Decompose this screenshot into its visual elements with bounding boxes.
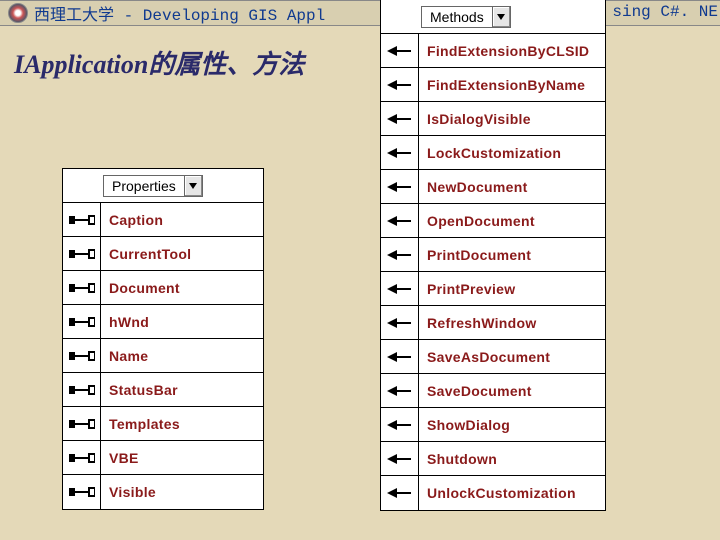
property-row: Name [63, 339, 263, 373]
properties-selector-row: Properties [63, 169, 263, 203]
method-label: SaveAsDocument [419, 349, 550, 365]
property-label: Visible [101, 484, 156, 500]
method-arrow-icon [381, 170, 419, 203]
method-label: NewDocument [419, 179, 528, 195]
method-row: SaveAsDocument [381, 340, 605, 374]
property-row: Templates [63, 407, 263, 441]
method-label: PrintPreview [419, 281, 515, 297]
method-arrow-icon [381, 204, 419, 237]
properties-dropdown-label: Properties [104, 178, 184, 194]
property-row: Caption [63, 203, 263, 237]
method-arrow-icon [381, 442, 419, 475]
property-icon [63, 407, 101, 440]
property-label: Caption [101, 212, 163, 228]
property-icon [63, 203, 101, 236]
property-row: StatusBar [63, 373, 263, 407]
method-label: LockCustomization [419, 145, 561, 161]
university-logo-icon [8, 3, 28, 23]
methods-selector-row: Methods [381, 0, 605, 34]
method-label: RefreshWindow [419, 315, 537, 331]
method-row: OpenDocument [381, 204, 605, 238]
property-row: VBE [63, 441, 263, 475]
method-row: FindExtensionByName [381, 68, 605, 102]
property-icon [63, 441, 101, 474]
method-row: FindExtensionByCLSID [381, 34, 605, 68]
property-label: StatusBar [101, 382, 178, 398]
property-row: Visible [63, 475, 263, 509]
property-icon [63, 475, 101, 509]
property-icon [63, 339, 101, 372]
methods-dropdown-label: Methods [422, 9, 492, 25]
method-arrow-icon [381, 340, 419, 373]
property-row: Document [63, 271, 263, 305]
method-row: LockCustomization [381, 136, 605, 170]
property-label: VBE [101, 450, 139, 466]
properties-table: Properties Caption CurrentTool Document hWn… [62, 168, 264, 510]
method-arrow-icon [381, 374, 419, 407]
method-row: PrintDocument [381, 238, 605, 272]
method-row: SaveDocument [381, 374, 605, 408]
property-icon [63, 237, 101, 270]
method-row: ShowDialog [381, 408, 605, 442]
title-text-left: 西理工大学 - Developing GIS Appl [34, 1, 325, 25]
method-label: FindExtensionByCLSID [419, 43, 589, 59]
dropdown-arrow-icon[interactable] [184, 176, 202, 196]
property-label: Name [101, 348, 148, 364]
properties-dropdown[interactable]: Properties [103, 175, 203, 197]
method-arrow-icon [381, 272, 419, 305]
dropdown-arrow-icon[interactable] [492, 7, 510, 27]
property-icon [63, 373, 101, 406]
method-label: OpenDocument [419, 213, 535, 229]
method-row: UnlockCustomization [381, 476, 605, 510]
method-arrow-icon [381, 408, 419, 441]
methods-table: Methods FindExtensionByCLSID FindExtensio… [380, 0, 606, 511]
method-label: Shutdown [419, 451, 497, 467]
method-arrow-icon [381, 34, 419, 67]
method-label: PrintDocument [419, 247, 531, 263]
method-arrow-icon [381, 102, 419, 135]
method-label: ShowDialog [419, 417, 510, 433]
method-row: RefreshWindow [381, 306, 605, 340]
method-arrow-icon [381, 306, 419, 339]
method-arrow-icon [381, 238, 419, 271]
property-label: Templates [101, 416, 180, 432]
method-arrow-icon [381, 476, 419, 510]
methods-dropdown[interactable]: Methods [421, 6, 511, 28]
method-row: Shutdown [381, 442, 605, 476]
property-label: Document [101, 280, 180, 296]
method-row: NewDocument [381, 170, 605, 204]
property-label: hWnd [101, 314, 149, 330]
property-label: CurrentTool [101, 246, 191, 262]
method-label: UnlockCustomization [419, 485, 576, 501]
title-text-right: sing C#. NE [612, 3, 718, 21]
property-row: CurrentTool [63, 237, 263, 271]
method-row: PrintPreview [381, 272, 605, 306]
method-label: FindExtensionByName [419, 77, 585, 93]
property-icon [63, 305, 101, 338]
property-icon [63, 271, 101, 304]
method-arrow-icon [381, 68, 419, 101]
method-label: IsDialogVisible [419, 111, 531, 127]
property-row: hWnd [63, 305, 263, 339]
page-subtitle: IApplication的属性、方法 [0, 26, 720, 89]
method-row: IsDialogVisible [381, 102, 605, 136]
method-label: SaveDocument [419, 383, 532, 399]
method-arrow-icon [381, 136, 419, 169]
